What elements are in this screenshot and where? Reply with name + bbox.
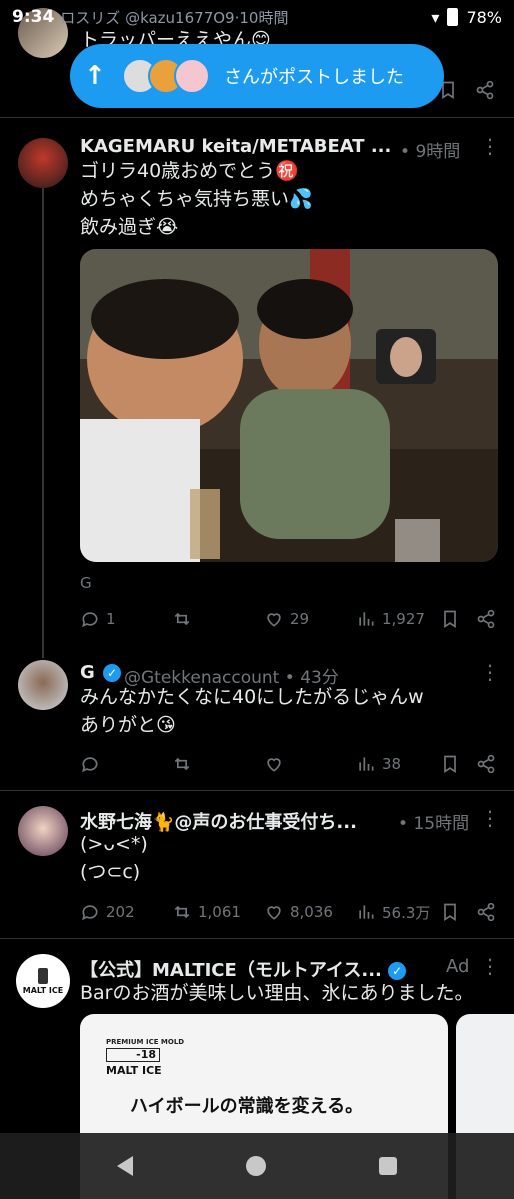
back-icon[interactable] — [116, 1156, 133, 1176]
share-icon[interactable] — [475, 80, 495, 104]
tweet-actions: 38 — [80, 750, 500, 778]
tweet-time: • 15時間 — [398, 814, 470, 834]
retweet-button[interactable] — [172, 754, 264, 774]
reply-icon — [82, 612, 98, 628]
retweet-icon — [174, 612, 190, 626]
retweet-icon — [174, 905, 190, 919]
more-icon[interactable]: ⋮ — [480, 806, 500, 830]
share-icon — [477, 902, 495, 922]
advertiser-avatar-text: MALT ICE — [22, 985, 64, 995]
status-time: 9:34 — [12, 7, 55, 27]
share-icon — [477, 609, 495, 629]
tweet-time: • 9時間 — [400, 142, 461, 162]
share-button[interactable] — [476, 609, 500, 629]
retweet-button[interactable] — [172, 609, 264, 629]
retweet-button[interactable]: 1,061 — [172, 902, 264, 922]
reply-icon — [82, 757, 98, 773]
card-headline: ハイボールの常識を変える。 — [130, 1096, 364, 1117]
tweet-text: みんなかたくなに40にしたがるじゃんw ありがと😘 — [80, 686, 424, 736]
toast-avatars — [122, 58, 210, 94]
verified-icon: ✓ — [103, 664, 122, 682]
bookmark-icon — [444, 755, 456, 774]
advertiser-avatar[interactable]: MALT ICE — [16, 954, 70, 1008]
more-icon[interactable]: ⋮ — [480, 954, 500, 978]
tweet-text: Barのお酒が美味しい理由、氷にありました。 — [80, 982, 474, 1004]
like-icon — [267, 906, 281, 920]
status-background-text: ロスリズ @kazu1677O9·10時間 — [60, 8, 289, 27]
views-button[interactable]: 1,927 — [356, 609, 440, 629]
verified-icon: ✓ — [388, 962, 407, 980]
like-button[interactable] — [264, 754, 356, 774]
battery-level: 78% — [466, 7, 502, 27]
views-icon — [359, 612, 374, 626]
share-button[interactable] — [476, 754, 500, 774]
system-nav-bar — [0, 1133, 514, 1199]
views-icon — [359, 757, 374, 771]
new-posts-toast[interactable]: ↑ さんがポストしました — [70, 44, 444, 108]
like-icon — [267, 613, 281, 627]
divider — [0, 790, 514, 791]
views-icon — [359, 905, 374, 919]
battery-icon — [447, 8, 459, 26]
tweet-photo[interactable] — [80, 249, 498, 562]
card-brand-top: PREMIUM ICE MOLD — [106, 1038, 185, 1046]
bookmark-button[interactable] — [440, 754, 476, 774]
bookmark-icon — [444, 903, 456, 922]
card-temp: -18 — [106, 1048, 160, 1062]
divider — [0, 117, 514, 118]
status-right: ▾ 78% — [431, 8, 502, 27]
tweet-actions: 1 29 1,927 — [80, 605, 500, 633]
home-icon[interactable] — [245, 1156, 266, 1176]
views-button[interactable]: 56.3万 — [356, 902, 440, 923]
tweet-text: (>ᴗ<*) (つ⊂c) — [80, 833, 148, 883]
tweet-actions: 202 1,061 8,036 56.3万 — [80, 898, 500, 926]
ad-label: Ad — [446, 956, 470, 977]
share-button[interactable] — [476, 902, 500, 922]
arrow-up-icon: ↑ — [84, 61, 106, 91]
author-name[interactable]: G ✓ — [80, 662, 122, 683]
like-icon — [267, 758, 281, 772]
avatar[interactable] — [18, 806, 68, 856]
card-brand: MALT ICE — [106, 1064, 162, 1077]
avatar[interactable] — [18, 138, 68, 188]
reply-button[interactable]: 1 — [80, 609, 172, 629]
share-icon — [477, 754, 495, 774]
toast-label: さんがポストしました — [224, 67, 404, 88]
like-button[interactable]: 29 — [264, 609, 356, 629]
tweet-text: ゴリラ40歳おめでとう㊗️ めちゃくちゃ気持ち悪い💦 飲み過ぎ😭 — [80, 160, 313, 238]
author-name[interactable]: KAGEMARU keita/METABEAT ... — [80, 136, 391, 157]
bookmark-icon — [444, 610, 456, 629]
reply-icon — [82, 905, 98, 921]
recents-icon[interactable] — [379, 1157, 398, 1175]
avatar[interactable] — [18, 660, 68, 710]
thread-line — [42, 188, 44, 658]
divider — [0, 938, 514, 939]
status-bar: 9:34 ロスリズ @kazu1677O9·10時間 ▾ 78% — [0, 0, 514, 34]
retweet-icon — [174, 757, 190, 771]
views-button[interactable]: 38 — [356, 754, 440, 774]
bookmark-button[interactable] — [440, 609, 476, 629]
like-button[interactable]: 8,036 — [264, 902, 356, 922]
avatar — [174, 58, 210, 94]
reply-button[interactable] — [80, 754, 172, 774]
media-caption: G — [80, 574, 92, 592]
more-icon[interactable]: ⋮ — [480, 134, 500, 158]
maltice-logo-icon — [38, 967, 48, 984]
more-icon[interactable]: ⋮ — [480, 660, 500, 684]
wifi-icon: ▾ — [431, 7, 440, 27]
reply-button[interactable]: 202 — [80, 902, 172, 922]
bookmark-button[interactable] — [440, 902, 476, 922]
